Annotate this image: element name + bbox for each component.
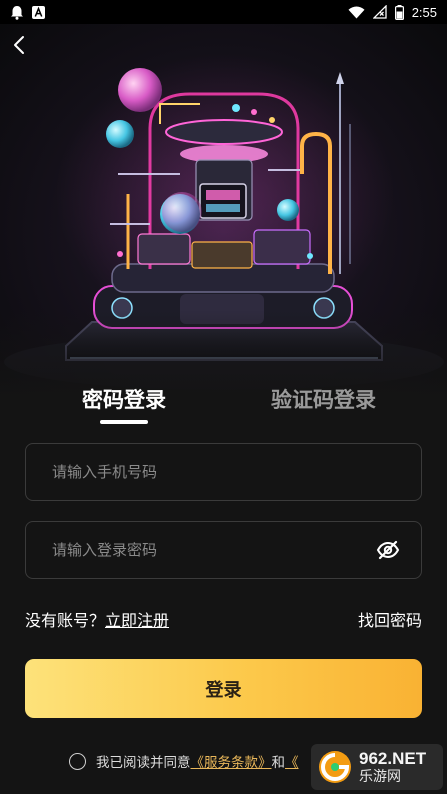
eye-off-icon [376, 540, 400, 560]
agreement-and: 和 [271, 755, 286, 771]
password-input[interactable] [50, 540, 375, 560]
battery-icon [394, 4, 404, 20]
watermark-text: 962.NET 乐游网 [359, 750, 426, 784]
watermark-logo-icon [319, 751, 351, 783]
terms-link[interactable]: 《服务条款》 [191, 751, 272, 771]
no-account-text: 没有账号？ [25, 611, 106, 630]
tab-password-login[interactable]: 密码登录 [82, 384, 166, 414]
tab-indicator [100, 420, 148, 424]
status-time: 2:55 [411, 4, 437, 20]
login-tabs: 密码登录 验证码登录 [0, 374, 447, 434]
phone-input[interactable] [50, 462, 401, 482]
status-right: 2:55 [348, 4, 437, 20]
app-a-icon [32, 5, 45, 19]
agreement-checkbox[interactable] [69, 752, 86, 770]
watermark-site: 962.NET [359, 749, 427, 768]
status-left [10, 5, 45, 20]
password-visibility-toggle[interactable] [375, 537, 401, 563]
agreement-row: 我已阅读并同意 《服务条款》 和 《 [69, 751, 299, 771]
login-button[interactable]: 登录 [25, 659, 422, 718]
forgot-password-link[interactable]: 找回密码 [358, 607, 422, 631]
register-prompt: 没有账号？立即注册 [25, 607, 169, 631]
tab-code-login[interactable]: 验证码登录 [271, 384, 376, 414]
no-signal-icon [372, 5, 387, 19]
back-button[interactable] [6, 30, 32, 60]
back-arrow-icon [14, 36, 24, 54]
hero-banner [0, 24, 447, 400]
register-link[interactable]: 立即注册 [105, 611, 169, 630]
wifi-icon [348, 6, 365, 18]
agreement-prefix: 我已阅读并同意 [96, 755, 191, 771]
password-field[interactable] [25, 521, 422, 579]
watermark-name: 乐游网 [359, 769, 401, 785]
watermark-badge: 962.NET 乐游网 [311, 744, 443, 790]
phone-field[interactable] [25, 443, 422, 501]
notification-bell-icon [11, 5, 23, 20]
privacy-link[interactable]: 《 [285, 751, 299, 771]
status-bar: 2:55 [0, 0, 447, 24]
account-links-row: 没有账号？立即注册 找回密码 [25, 607, 422, 631]
